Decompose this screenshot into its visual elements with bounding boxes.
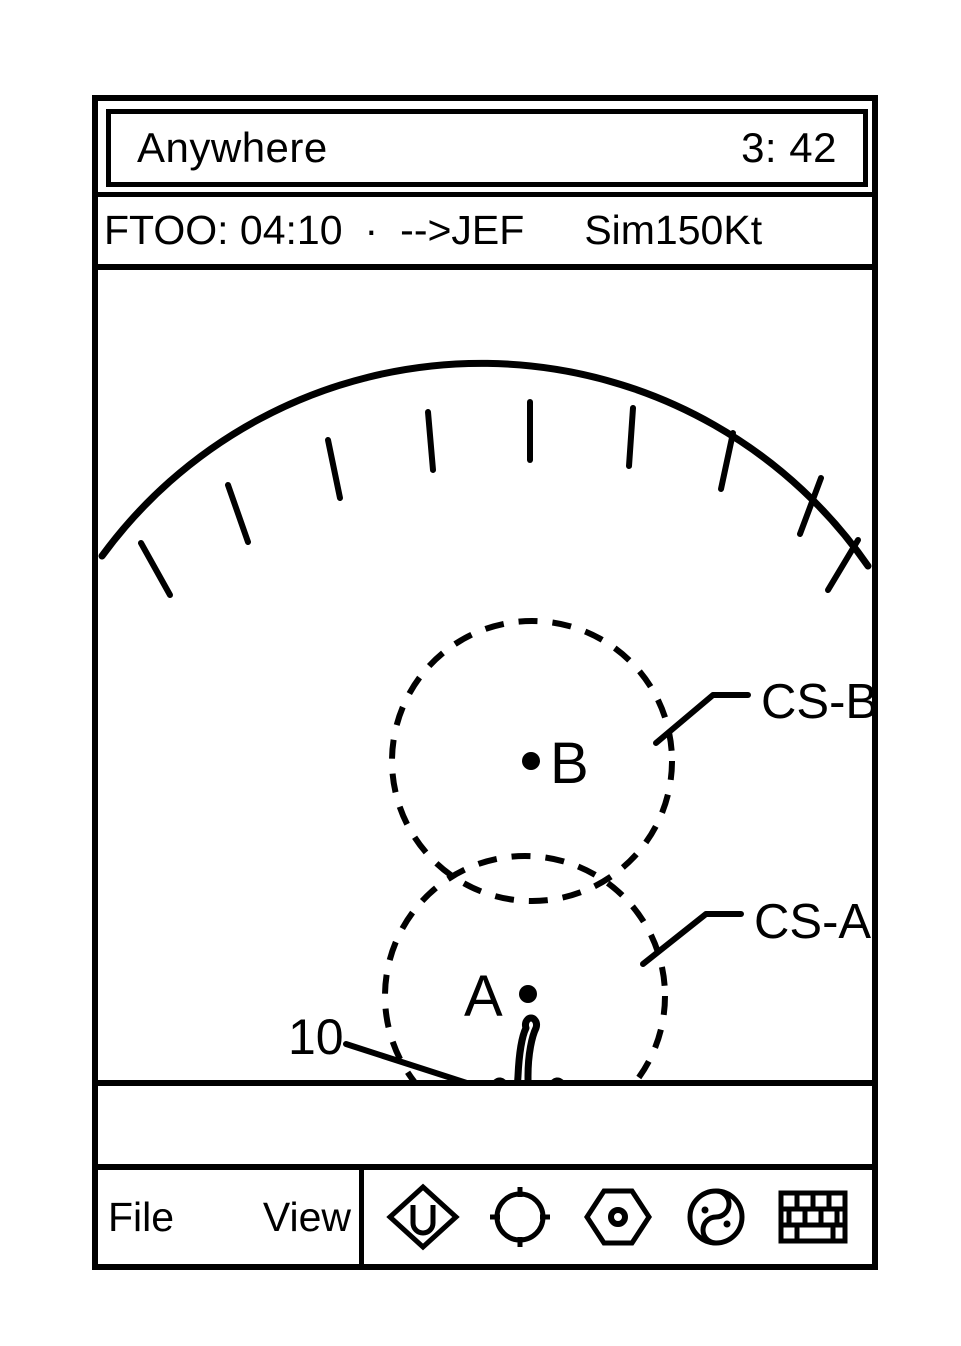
- reference-numeral-10-label: 10: [288, 1009, 344, 1065]
- menu-view[interactable]: View: [263, 1194, 351, 1241]
- status-bar: FTOO: 04:10 · -->JEF Sim150Kt: [98, 192, 872, 270]
- yin-yang-icon[interactable]: [679, 1183, 753, 1251]
- compass-circle-icon[interactable]: [483, 1183, 557, 1251]
- speed-readout: Sim150Kt: [584, 207, 763, 253]
- callout-cs-b: CS-B: [653, 675, 872, 746]
- clock-display: 3: 42: [741, 124, 837, 171]
- waypoint-b-label: B: [550, 731, 589, 796]
- hexagon-dot-icon[interactable]: [581, 1183, 655, 1251]
- waypoint-b[interactable]: B: [522, 731, 589, 796]
- menu-file[interactable]: File: [108, 1194, 174, 1241]
- reference-numeral-10: 10: [288, 1009, 468, 1080]
- location-label: Anywhere: [137, 124, 328, 171]
- callout-cs-b-label: CS-B: [761, 675, 872, 729]
- title-bar: Anywhere 3: 42: [106, 109, 868, 187]
- callout-cs-a-label: CS-A: [754, 895, 871, 949]
- flight-time-readout: FTOO: 04:10: [104, 207, 343, 253]
- navigation-display-device: Anywhere 3: 42 FTOO: 04:10 · -->JEF Sim1…: [92, 95, 878, 1270]
- brick-grid-icon[interactable]: [776, 1183, 850, 1251]
- toolbar: File View: [98, 1170, 872, 1264]
- tool-icon-group: [364, 1170, 872, 1264]
- coverage-circle-a[interactable]: [382, 853, 668, 1080]
- status-separator-dot: ·: [364, 207, 379, 254]
- waypoint-a-label: A: [464, 964, 503, 1029]
- diamond-u-icon[interactable]: [386, 1183, 460, 1251]
- compass-rose-arc: [98, 359, 872, 598]
- callout-cs-a: CS-A: [640, 895, 871, 967]
- map-display-area[interactable]: B A CS-B CS-A 10: [98, 270, 872, 1086]
- info-panel: [98, 1086, 872, 1170]
- destination-readout: -->JEF: [400, 207, 525, 253]
- menu-bar: File View: [98, 1170, 364, 1264]
